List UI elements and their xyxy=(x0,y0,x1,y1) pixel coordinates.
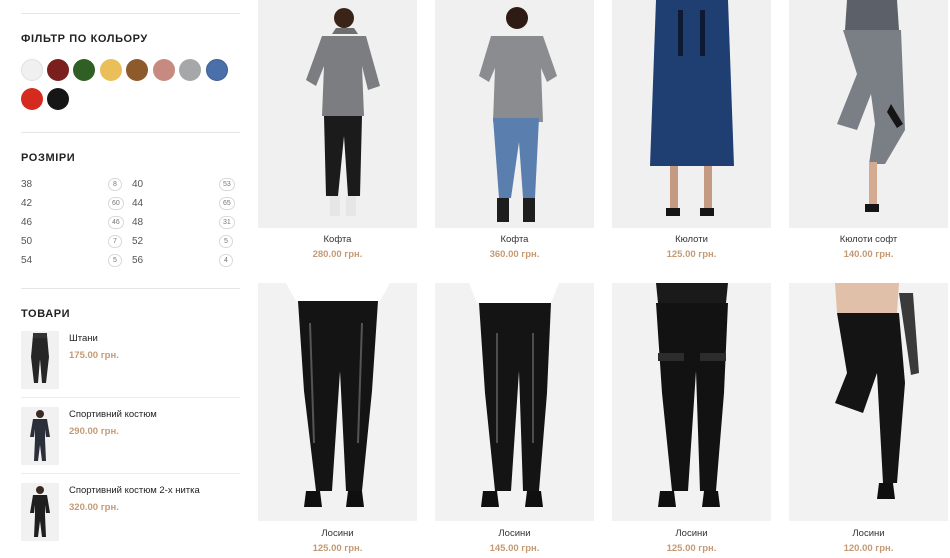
product-image[interactable] xyxy=(258,0,417,228)
product-image[interactable] xyxy=(612,0,771,228)
size-46-count: 46 xyxy=(108,216,124,229)
divider xyxy=(21,13,240,14)
product-name[interactable]: Лосини xyxy=(258,528,417,539)
size-row: 54 5 56 4 xyxy=(21,252,240,270)
product-name[interactable]: Лосини xyxy=(789,528,948,539)
color-filter-title: ФІЛЬТР ПО КОЛЬОРУ xyxy=(21,33,148,45)
swatch-yellow[interactable] xyxy=(100,59,122,81)
size-44-count: 65 xyxy=(219,197,235,210)
product-card: Лосини 125.00 грн. xyxy=(258,283,417,558)
swatch-burgundy[interactable] xyxy=(47,59,69,81)
widget-product-name[interactable]: Спортивний костюм 2-х нитка xyxy=(69,485,200,496)
size-row: 50 7 52 5 xyxy=(21,233,240,251)
swatch-brown[interactable] xyxy=(126,59,148,81)
size-50-link[interactable]: 50 xyxy=(21,236,32,247)
size-54-count: 5 xyxy=(108,254,122,267)
size-row: 38 8 40 53 xyxy=(21,176,240,194)
size-38-link[interactable]: 38 xyxy=(21,179,32,190)
product-price: 360.00 грн. xyxy=(489,249,540,260)
product-card: Лосини 145.00 грн. xyxy=(435,283,594,558)
product-image[interactable] xyxy=(435,283,594,521)
widget-product-image[interactable] xyxy=(21,407,59,465)
size-56-link[interactable]: 56 xyxy=(132,255,143,266)
size-38-count: 8 xyxy=(108,178,122,191)
swatch-red[interactable] xyxy=(21,88,43,110)
size-52-link[interactable]: 52 xyxy=(132,236,143,247)
product-name[interactable]: Кюлоти софт xyxy=(789,234,948,245)
swatch-white[interactable] xyxy=(21,59,43,81)
swatch-green[interactable] xyxy=(73,59,95,81)
size-52-count: 5 xyxy=(219,235,233,248)
size-50-count: 7 xyxy=(108,235,122,248)
size-44-link[interactable]: 44 xyxy=(132,198,143,209)
product-price: 125.00 грн. xyxy=(666,249,717,260)
swatch-black[interactable] xyxy=(47,88,69,110)
product-name[interactable]: Лосини xyxy=(612,528,771,539)
product-card: Кофта 280.00 грн. xyxy=(258,0,417,262)
product-name[interactable]: Кюлоти xyxy=(612,234,771,245)
product-card: Кюлоти 125.00 грн. xyxy=(612,0,771,262)
divider xyxy=(21,397,240,398)
size-48-link[interactable]: 48 xyxy=(132,217,143,228)
widget-product: Спортивний костюм 2-х нитка 320.00 грн. xyxy=(21,483,240,543)
divider xyxy=(21,132,240,133)
product-image[interactable] xyxy=(612,283,771,521)
size-56-count: 4 xyxy=(219,254,233,267)
product-card: Кюлоти софт 140.00 грн. xyxy=(789,0,948,262)
product-image[interactable] xyxy=(258,283,417,521)
product-price: 140.00 грн. xyxy=(843,249,894,260)
divider xyxy=(21,473,240,474)
product-price: 145.00 грн. xyxy=(489,543,540,554)
widget-product-name[interactable]: Штани xyxy=(69,333,98,344)
swatch-blue[interactable] xyxy=(206,59,228,81)
product-name[interactable]: Кофта xyxy=(258,234,417,245)
divider xyxy=(21,288,240,289)
widget-product: Штани 175.00 грн. xyxy=(21,331,240,391)
product-price: 280.00 грн. xyxy=(312,249,363,260)
products-widget-title: ТОВАРИ xyxy=(21,308,71,320)
size-row: 42 60 44 65 xyxy=(21,195,240,213)
size-48-count: 31 xyxy=(219,216,235,229)
product-image[interactable] xyxy=(789,0,948,228)
size-42-link[interactable]: 42 xyxy=(21,198,32,209)
widget-product: Спортивний костюм 290.00 грн. xyxy=(21,407,240,467)
widget-product-name[interactable]: Спортивний костюм xyxy=(69,409,157,420)
sizes-title: РОЗМІРИ xyxy=(21,152,76,164)
product-price: 125.00 грн. xyxy=(312,543,363,554)
size-42-count: 60 xyxy=(108,197,124,210)
size-54-link[interactable]: 54 xyxy=(21,255,32,266)
product-card: Лосини 125.00 грн. xyxy=(612,283,771,558)
size-40-link[interactable]: 40 xyxy=(132,179,143,190)
swatch-grey[interactable] xyxy=(179,59,201,81)
product-image[interactable] xyxy=(435,0,594,228)
swatch-pink[interactable] xyxy=(153,59,175,81)
product-card: Кофта 360.00 грн. xyxy=(435,0,594,262)
product-name[interactable]: Кофта xyxy=(435,234,594,245)
widget-product-image[interactable] xyxy=(21,483,59,541)
sidebar: ФІЛЬТР ПО КОЛЬОРУ РОЗМІРИ 38 8 40 53 42 … xyxy=(21,0,240,558)
size-row: 46 46 48 31 xyxy=(21,214,240,232)
widget-product-price: 175.00 грн. xyxy=(69,350,119,361)
widget-product-price: 290.00 грн. xyxy=(69,426,119,437)
product-name[interactable]: Лосини xyxy=(435,528,594,539)
widget-product-price: 320.00 грн. xyxy=(69,502,119,513)
product-price: 125.00 грн. xyxy=(666,543,717,554)
product-image[interactable] xyxy=(789,283,948,521)
widget-product-image[interactable] xyxy=(21,331,59,389)
product-card: Лосини 120.00 грн. xyxy=(789,283,948,558)
size-46-link[interactable]: 46 xyxy=(21,217,32,228)
size-40-count: 53 xyxy=(219,178,235,191)
product-price: 120.00 грн. xyxy=(843,543,894,554)
